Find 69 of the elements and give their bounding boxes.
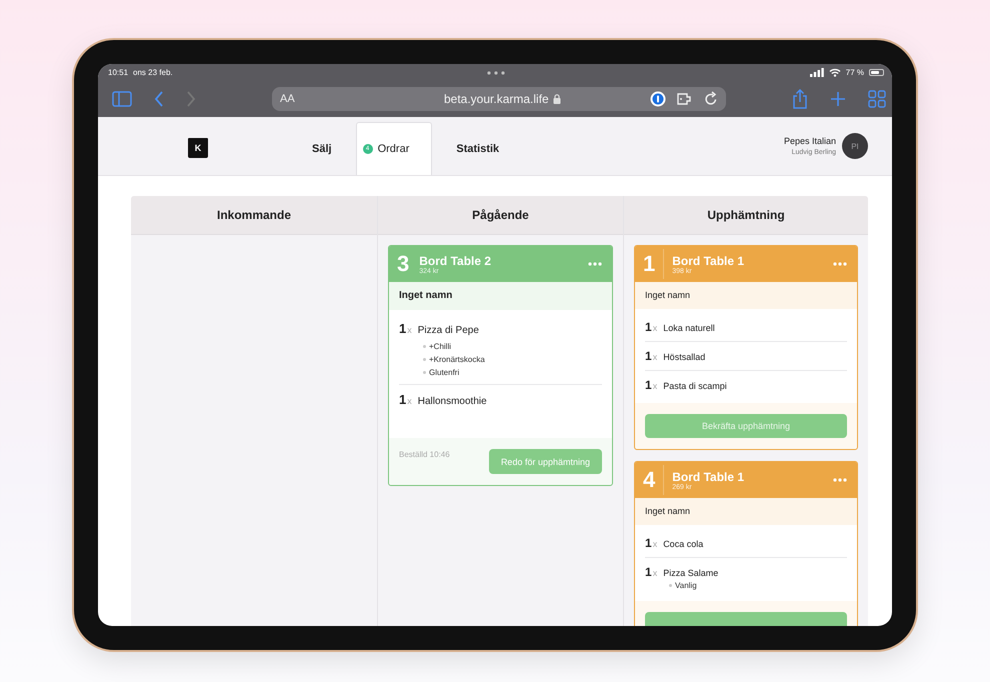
nav-tab[interactable]: Sälj [288, 122, 356, 175]
table-name: Bord Table 2 [419, 254, 492, 268]
order-number: 1 [643, 249, 664, 279]
quantity-unit: x [652, 539, 658, 549]
address-bar[interactable]: AA beta.your.karma.life [272, 87, 726, 111]
item-name: Coca cola [663, 539, 704, 549]
item-quantity: 1 [645, 349, 652, 363]
order-time: Beställd 10:46 [399, 449, 450, 459]
quantity-unit: x [652, 352, 658, 362]
customer-name: Inget namn [635, 282, 857, 309]
url-text: beta.your.karma.life [444, 92, 549, 106]
password-icon[interactable] [650, 91, 666, 107]
item-option: +Chilli [429, 342, 452, 351]
more-icon[interactable] [833, 262, 847, 266]
item-option: +Kronärtskocka [429, 355, 485, 364]
more-icon[interactable] [833, 478, 847, 482]
customer-name: Inget namn [389, 282, 612, 310]
item-quantity: 1 [645, 536, 652, 550]
nav-tab[interactable]: Statistik [432, 122, 524, 175]
item-option: Vanlig [675, 581, 697, 590]
battery-percent: 77 % [846, 68, 864, 77]
column-header: Inkommande [131, 196, 377, 235]
item-name: Loka naturell [663, 323, 715, 333]
column-header: Upphämtning [624, 196, 868, 235]
lock-icon [552, 94, 561, 104]
item-quantity: 1 [399, 392, 406, 407]
signal-icon [810, 68, 824, 77]
bullet-icon [423, 358, 426, 361]
item-name: Pizza di Pepe [418, 325, 479, 336]
back-icon[interactable] [154, 91, 164, 107]
plus-icon[interactable] [830, 91, 846, 107]
order-number: 4 [643, 465, 664, 495]
status-time: 10:51 [108, 68, 128, 77]
sidebar-icon[interactable] [112, 91, 132, 107]
bag-logo[interactable]: K [188, 138, 208, 158]
avatar[interactable]: PI [842, 133, 868, 159]
wifi-icon [828, 68, 841, 77]
quantity-unit: x [407, 396, 412, 406]
quantity-unit: x [652, 323, 658, 333]
item-name: Hallonsmoothie [418, 396, 487, 407]
account-name: Pepes Italian [784, 136, 836, 146]
quantity-unit: x [407, 325, 412, 335]
item-name: Pasta di scampi [663, 381, 727, 391]
tabs-grid-icon[interactable] [868, 90, 886, 108]
bullet-icon [423, 371, 426, 374]
more-icon[interactable] [588, 262, 602, 266]
item-quantity: 1 [645, 320, 652, 334]
forward-icon[interactable] [186, 91, 196, 107]
customer-name: Inget namn [635, 498, 857, 525]
bullet-icon [669, 584, 672, 587]
share-icon[interactable] [792, 89, 808, 109]
table-name: Bord Table 1 [672, 254, 746, 268]
quantity-unit: x [652, 568, 658, 578]
more-dots-icon[interactable] [486, 70, 506, 74]
status-date: ons 23 feb. [133, 68, 173, 77]
column-header: Pågående [378, 196, 623, 235]
bullet-icon [423, 345, 426, 348]
item-name: Pizza Salame [663, 568, 718, 578]
item-quantity: 1 [645, 378, 652, 392]
text-size-button[interactable]: AA [280, 93, 295, 105]
reload-icon[interactable] [704, 91, 718, 107]
quantity-unit: x [652, 381, 658, 391]
item-quantity: 1 [645, 565, 652, 579]
battery-icon [869, 69, 884, 76]
order-number: 3 [397, 250, 410, 278]
item-quantity: 1 [399, 321, 406, 336]
item-name: Höstsallad [663, 352, 706, 362]
item-option: Glutenfri [429, 368, 460, 377]
table-name: Bord Table 1 [672, 470, 746, 484]
